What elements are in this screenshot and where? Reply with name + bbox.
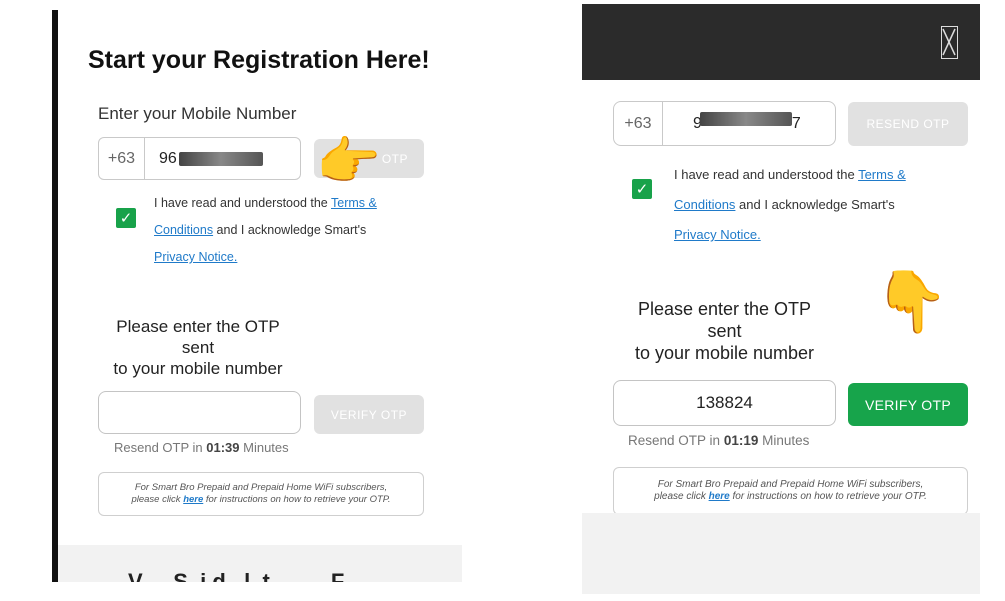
- terms-checkbox[interactable]: ✓: [632, 179, 652, 199]
- mobile-number-field[interactable]: +63 9 7: [613, 101, 836, 146]
- note-post: for instructions on how to retrieve your…: [203, 494, 391, 505]
- otp-instruction-line2: sent: [707, 321, 742, 341]
- footer-band: [582, 513, 980, 594]
- privacy-notice-link[interactable]: Privacy Notice.: [674, 227, 761, 242]
- otp-input[interactable]: 138824: [613, 380, 836, 426]
- check-icon: ✓: [119, 210, 133, 227]
- otp-instruction-line3: to your mobile number: [634, 343, 815, 363]
- terms-text: I have read and understood the Terms & C…: [154, 190, 404, 271]
- mobile-number-field[interactable]: +63 96: [98, 137, 301, 180]
- verify-otp-button[interactable]: VERIFY OTP: [314, 395, 424, 434]
- otp-instruction-line2: sent: [181, 338, 215, 357]
- otp-instruction: Please enter the OTP sent to your mobile…: [98, 316, 298, 379]
- conditions-link[interactable]: Conditions: [154, 223, 213, 237]
- resend-prefix: Resend OTP in: [114, 440, 207, 455]
- terms-text-part2: and I acknowledge Smart's: [735, 197, 895, 212]
- redacted-number-blur: [699, 111, 792, 126]
- note-pre: please click: [654, 491, 709, 502]
- mobile-number-label: Enter your Mobile Number: [98, 104, 297, 123]
- note-post: for instructions on how to retrieve your…: [729, 491, 927, 502]
- check-icon: ✓: [635, 181, 649, 198]
- close-icon[interactable]: [941, 26, 958, 59]
- terms-checkbox[interactable]: ✓: [116, 208, 136, 228]
- country-code: +63: [99, 138, 145, 179]
- note-pre: please click: [131, 494, 184, 505]
- terms-text-part1: I have read and understood the: [154, 196, 331, 210]
- otp-instruction-line3: to your mobile number: [113, 359, 283, 378]
- otp-help-note: For Smart Bro Prepaid and Prepaid Home W…: [613, 467, 968, 515]
- resend-timer: Resend OTP in 01:19 Minutes: [628, 433, 809, 448]
- resend-suffix: Minutes: [758, 433, 810, 448]
- registration-panel-after: +63 9 7 RESEND OTP ✓ I have read and und…: [582, 4, 980, 594]
- mobile-number-prefix: 96: [159, 149, 177, 167]
- country-code: +63: [614, 102, 663, 145]
- conditions-link[interactable]: Conditions: [674, 197, 735, 212]
- send-otp-label: OTP: [381, 151, 408, 166]
- resend-prefix: Resend OTP in: [628, 433, 724, 448]
- note-here-link[interactable]: here: [183, 494, 203, 505]
- terms-link[interactable]: Terms &: [858, 167, 906, 182]
- otp-instruction: Please enter the OTP sent to your mobile…: [617, 298, 832, 364]
- resend-timer: Resend OTP in 01:39 Minutes: [114, 440, 289, 455]
- terms-text-part2: and I acknowledge Smart's: [213, 223, 367, 237]
- otp-help-note: For Smart Bro Prepaid and Prepaid Home W…: [98, 472, 424, 516]
- otp-input[interactable]: [98, 391, 301, 434]
- resend-suffix: Minutes: [239, 440, 289, 455]
- otp-instruction-line1: Please enter the OTP: [116, 317, 280, 336]
- resend-time: 01:39: [206, 440, 240, 455]
- otp-instruction-line1: Please enter the OTP: [637, 299, 812, 319]
- pointing-down-hand-icon: 👇: [874, 268, 949, 335]
- page-title: Start your Registration Here!: [88, 46, 430, 74]
- terms-text: I have read and understood the Terms & C…: [674, 160, 954, 250]
- note-line1: For Smart Bro Prepaid and Prepaid Home W…: [134, 482, 388, 493]
- mobile-number-value[interactable]: 9 7: [663, 102, 801, 145]
- note-line1: For Smart Bro Prepaid and Prepaid Home W…: [657, 479, 924, 490]
- mobile-number-suffix: 7: [791, 114, 801, 132]
- footer-text: V S i d l t F: [128, 569, 345, 582]
- resend-otp-button[interactable]: RESEND OTP: [848, 102, 968, 146]
- pointing-right-hand-icon: 👉: [316, 133, 381, 191]
- privacy-notice-link[interactable]: Privacy Notice.: [154, 250, 237, 264]
- dark-top-bar: [582, 4, 980, 80]
- terms-text-part1: I have read and understood the: [674, 167, 859, 182]
- registration-panel-before: Start your Registration Here! Enter your…: [52, 10, 462, 582]
- resend-time: 01:19: [723, 433, 759, 448]
- footer-band: V S i d l t F: [58, 545, 462, 582]
- terms-link[interactable]: Terms &: [331, 196, 377, 210]
- mobile-number-value[interactable]: 96: [145, 138, 263, 179]
- note-here-link[interactable]: here: [709, 491, 730, 502]
- redacted-number-blur: [178, 151, 263, 166]
- verify-otp-button[interactable]: VERIFY OTP: [848, 383, 968, 426]
